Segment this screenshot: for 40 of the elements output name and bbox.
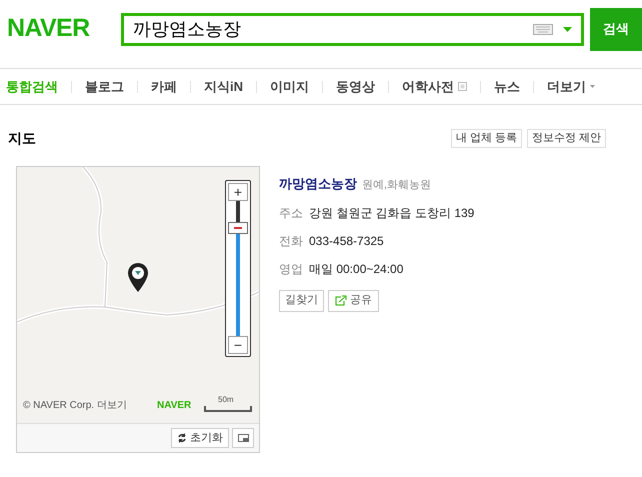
nav-tab[interactable]: 뉴스 bbox=[494, 76, 520, 96]
search-field[interactable]: 까망염소농장 bbox=[121, 12, 584, 46]
nav-tab[interactable]: 더보기 bbox=[547, 76, 595, 96]
detail-value: 매일 00:00~24:00 bbox=[309, 260, 404, 278]
action-button[interactable]: 내 업체 등록 bbox=[450, 129, 522, 148]
zoom-control[interactable]: + − bbox=[225, 180, 251, 357]
map-copyright: © NAVER Corp. bbox=[23, 399, 94, 413]
refresh-icon bbox=[177, 433, 187, 443]
nav-tab[interactable]: 동영상 bbox=[336, 76, 375, 96]
section-title: 지도 bbox=[8, 129, 36, 148]
minimap-icon bbox=[238, 434, 248, 442]
dropdown-caret-icon[interactable] bbox=[563, 26, 572, 32]
map-pin-icon bbox=[127, 263, 149, 293]
detail-value: 033-458-7325 bbox=[309, 232, 384, 250]
nav-tab[interactable]: 블로그 bbox=[85, 76, 124, 96]
zoom-thumb[interactable] bbox=[228, 222, 248, 234]
detail-label: 주소 bbox=[279, 204, 303, 222]
caret-icon bbox=[590, 85, 595, 88]
more-link[interactable]: 더보기 bbox=[97, 398, 128, 413]
share-icon bbox=[335, 295, 347, 306]
detail-value: 강원 철원군 김화읍 도창리 139 bbox=[309, 204, 474, 222]
share-button[interactable]: 공유 bbox=[328, 290, 379, 312]
zoom-out-button[interactable]: − bbox=[228, 336, 248, 354]
place-name[interactable]: 까망염소농장 bbox=[279, 174, 357, 194]
nav-tab[interactable]: 어학사전 bbox=[402, 76, 467, 96]
scale-bar bbox=[204, 406, 252, 412]
map-logo: NAVER bbox=[157, 399, 192, 413]
nav-tab[interactable]: 이미지 bbox=[270, 76, 309, 96]
detail-label: 전화 bbox=[279, 232, 303, 250]
directions-button[interactable]: 길찾기 bbox=[279, 290, 324, 312]
detail-label: 영업 bbox=[279, 260, 303, 278]
zoom-in-button[interactable]: + bbox=[228, 183, 248, 201]
nav-tab[interactable]: 카페 bbox=[151, 76, 177, 96]
scale-label: 50m bbox=[218, 394, 234, 406]
popup-icon bbox=[458, 82, 467, 91]
place-category: 원예,화훼농원 bbox=[362, 178, 432, 193]
minimap-button[interactable] bbox=[232, 428, 254, 448]
action-button[interactable]: 정보수정 제안 bbox=[526, 129, 606, 148]
reset-button[interactable]: 초기화 bbox=[171, 428, 229, 448]
nav-tab[interactable]: 지식iN bbox=[204, 76, 243, 96]
